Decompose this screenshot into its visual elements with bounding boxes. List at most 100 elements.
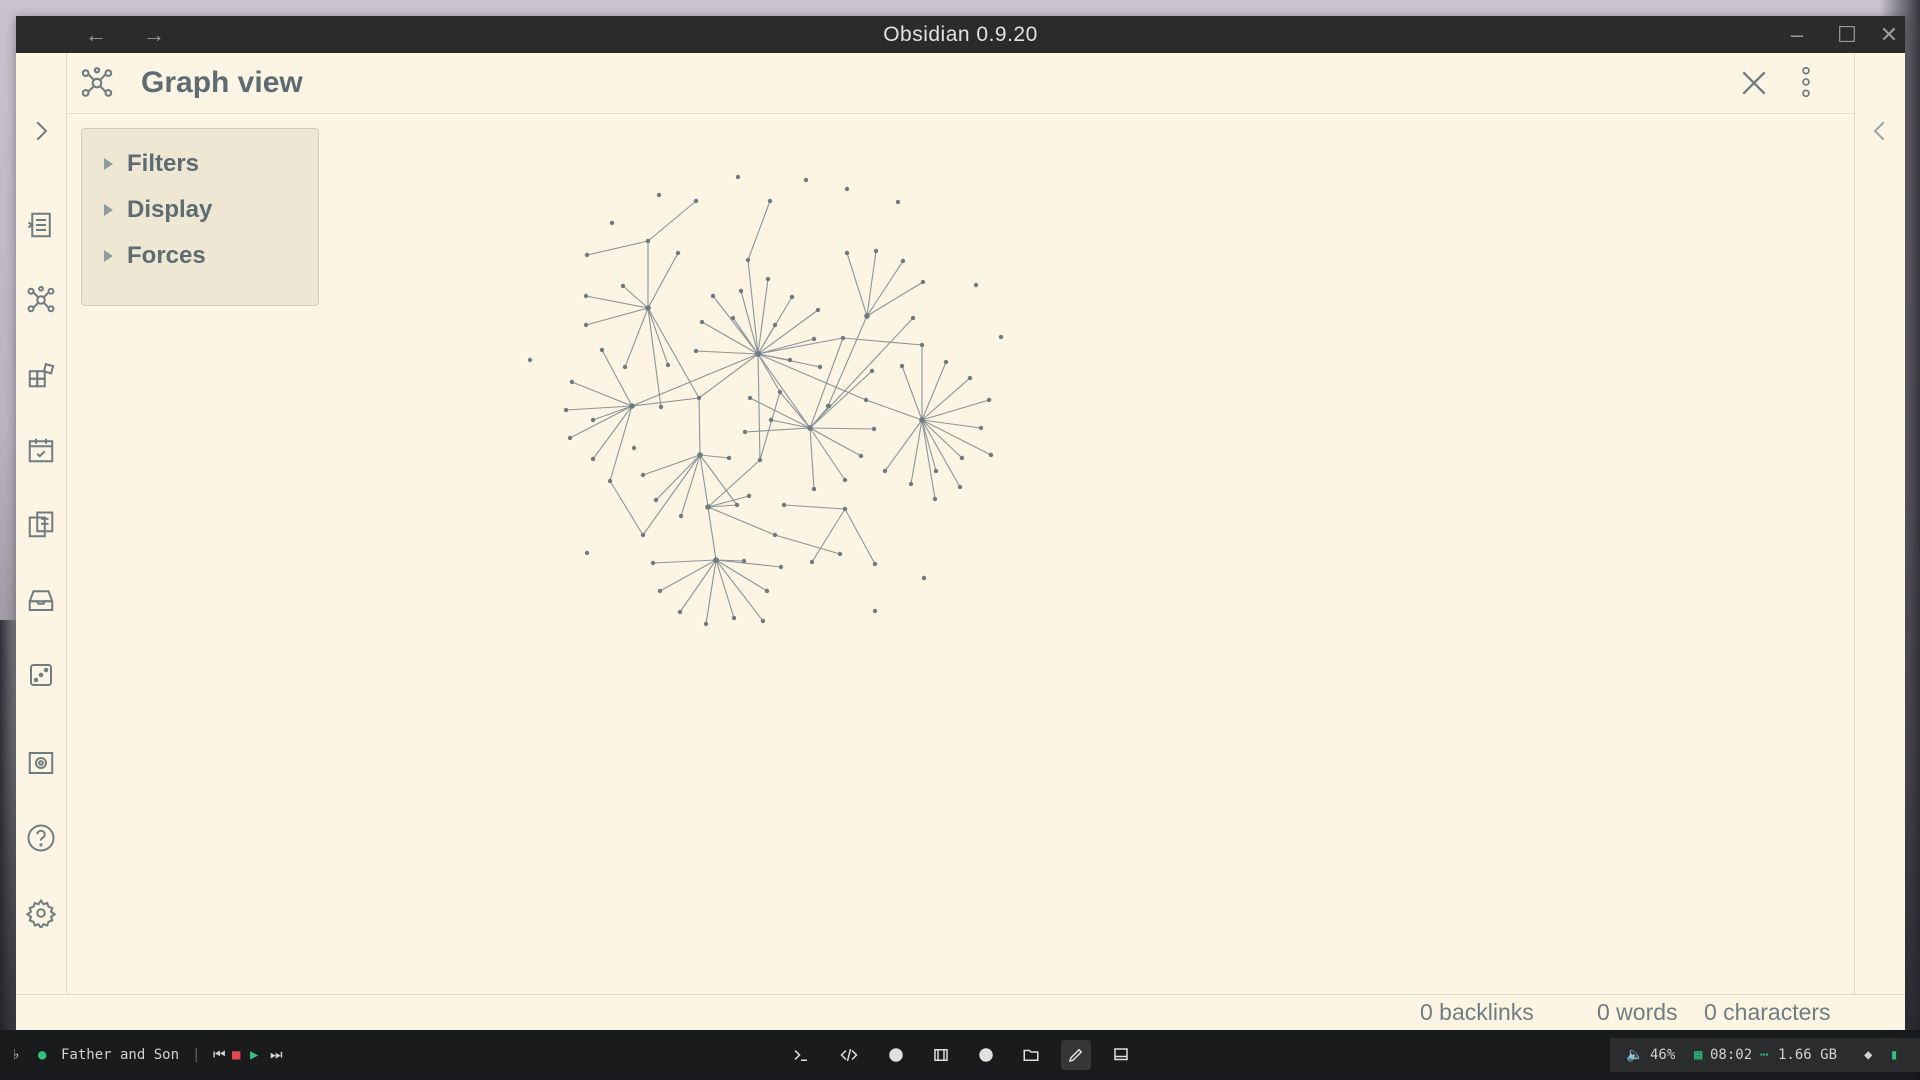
graph-node[interactable] (910, 315, 916, 321)
network-icon[interactable]: ◆ (1864, 1030, 1872, 1080)
graph-node[interactable] (825, 403, 831, 409)
graph-node[interactable] (760, 618, 766, 624)
graph-node[interactable] (973, 282, 979, 288)
graph-node[interactable] (933, 468, 939, 474)
graph-node[interactable] (693, 348, 699, 354)
graph-node[interactable] (569, 379, 575, 385)
graph-node[interactable] (590, 456, 596, 462)
graph-node[interactable] (741, 558, 747, 564)
copy-notes-icon[interactable] (23, 507, 59, 543)
graph-node[interactable] (840, 335, 846, 341)
graph-node[interactable] (693, 198, 699, 204)
next-track-icon[interactable]: ⏭ (270, 1030, 283, 1080)
graph-node[interactable] (781, 502, 787, 508)
graph-node[interactable] (777, 389, 783, 395)
graph-node[interactable] (656, 192, 662, 198)
forces-section[interactable]: Forces (104, 241, 206, 271)
graph-node[interactable] (705, 504, 711, 510)
spotify-icon[interactable]: ● (38, 1030, 46, 1080)
graph-node[interactable] (803, 177, 809, 183)
graph-node[interactable] (697, 452, 703, 458)
code-editor-icon[interactable] (834, 1040, 864, 1070)
graph-node[interactable] (590, 417, 596, 423)
volume-icon[interactable]: 🔈 (1626, 1030, 1643, 1080)
graph-node[interactable] (815, 307, 821, 313)
play-icon[interactable]: ▶ (250, 1030, 258, 1080)
graph-node[interactable] (767, 198, 773, 204)
browser-icon[interactable] (881, 1040, 911, 1070)
graph-node[interactable] (645, 305, 651, 311)
graph-node[interactable] (607, 478, 613, 484)
stop-icon[interactable]: ■ (232, 1030, 240, 1080)
battery-icon[interactable]: ▮ (1890, 1030, 1898, 1080)
graph-node[interactable] (631, 445, 637, 451)
graph-node[interactable] (563, 407, 569, 413)
graph-node[interactable] (653, 497, 659, 503)
graph-node[interactable] (696, 395, 702, 401)
graph-node[interactable] (645, 238, 651, 244)
graph-node[interactable] (869, 368, 875, 374)
expand-sidebar-icon[interactable] (23, 113, 59, 149)
random-note-icon[interactable] (23, 657, 59, 693)
graph-node[interactable] (871, 426, 877, 432)
more-options-icon[interactable] (1796, 65, 1816, 99)
graph-node[interactable] (677, 609, 683, 615)
graph-node[interactable] (730, 315, 736, 321)
graph-node[interactable] (599, 347, 605, 353)
graph-node[interactable] (920, 279, 926, 285)
graph-node[interactable] (919, 417, 925, 423)
graph-node[interactable] (921, 575, 927, 581)
graph-node[interactable] (742, 429, 748, 435)
graph-node[interactable] (978, 425, 984, 431)
graph-node[interactable] (665, 362, 671, 368)
graph-node[interactable] (863, 397, 869, 403)
graph-node[interactable] (807, 425, 813, 431)
help-icon[interactable] (23, 820, 59, 856)
templates-icon[interactable] (23, 357, 59, 393)
graph-node[interactable] (809, 559, 815, 565)
file-manager-icon[interactable] (1016, 1040, 1046, 1070)
graph-node[interactable] (657, 588, 663, 594)
filters-section[interactable]: Filters (104, 149, 199, 179)
terminal-icon[interactable] (786, 1040, 816, 1070)
graph-node[interactable] (872, 561, 878, 567)
graph-node[interactable] (640, 472, 646, 478)
graph-node[interactable] (998, 334, 1004, 340)
graph-node[interactable] (873, 248, 879, 254)
open-quick-switcher-icon[interactable] (23, 207, 59, 243)
music-app-icon[interactable] (971, 1040, 1001, 1070)
graph-node[interactable] (919, 342, 925, 348)
slides-icon[interactable] (23, 745, 59, 781)
graph-node[interactable] (731, 615, 737, 621)
graph-node[interactable] (932, 496, 938, 502)
graph-node[interactable] (584, 252, 590, 258)
graph-node[interactable] (746, 493, 752, 499)
graph-node[interactable] (787, 357, 793, 363)
graph-node[interactable] (986, 397, 992, 403)
minimize-button[interactable]: – (1777, 16, 1817, 53)
graph-node[interactable] (895, 199, 901, 205)
graph-node[interactable] (882, 468, 888, 474)
graph-node[interactable] (734, 502, 740, 508)
graph-node[interactable] (620, 283, 626, 289)
graph-node[interactable] (713, 557, 719, 563)
graph-node[interactable] (844, 250, 850, 256)
graph-node[interactable] (837, 551, 843, 557)
graph-node[interactable] (735, 174, 741, 180)
graph-node[interactable] (622, 364, 628, 370)
obsidian-task-icon[interactable] (1061, 1040, 1091, 1070)
graph-node[interactable] (675, 250, 681, 256)
video-icon[interactable] (926, 1040, 956, 1070)
graph-node[interactable] (640, 532, 646, 538)
graph-node[interactable] (858, 453, 864, 459)
graph-node[interactable] (699, 319, 705, 325)
graph-node[interactable] (745, 257, 751, 263)
close-window-button[interactable]: ✕ (1869, 16, 1909, 53)
graph-node[interactable] (900, 258, 906, 264)
graph-node[interactable] (988, 452, 994, 458)
expand-right-sidebar-icon[interactable] (1862, 113, 1898, 149)
graph-node[interactable] (584, 550, 590, 556)
graph-node[interactable] (583, 293, 589, 299)
graph-node[interactable] (678, 513, 684, 519)
settings-icon[interactable] (23, 895, 59, 931)
